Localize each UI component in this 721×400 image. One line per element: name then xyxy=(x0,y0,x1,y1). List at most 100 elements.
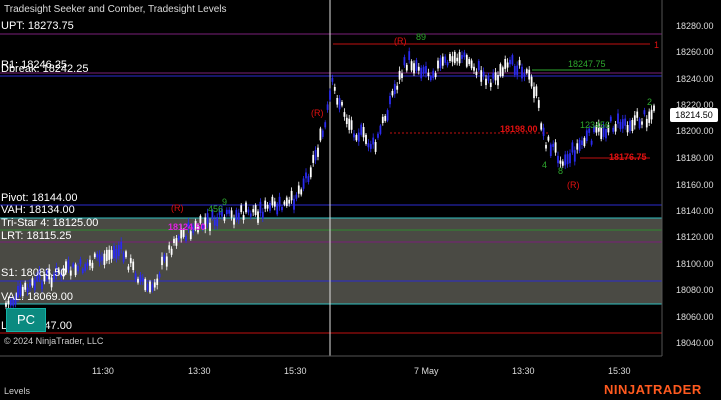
candle-body xyxy=(276,203,279,215)
level-annotation-low: 18176.75 xyxy=(609,152,647,162)
candle-body xyxy=(110,250,113,259)
x-tick-label: 15:30 xyxy=(284,366,307,376)
candle-body xyxy=(410,61,413,71)
level-annotation-upper: 18247.75 xyxy=(568,59,606,69)
x-tick-label: 13:30 xyxy=(188,366,211,376)
candle-body xyxy=(629,120,631,131)
candle-body xyxy=(633,115,636,126)
candle-body xyxy=(523,73,526,77)
candle-body xyxy=(233,218,235,225)
candle-body xyxy=(439,58,442,68)
candle-body xyxy=(338,98,341,110)
candle-body xyxy=(89,259,91,266)
candle-body xyxy=(237,212,240,220)
pc-button[interactable]: PC xyxy=(6,308,46,332)
candle-body xyxy=(350,120,353,130)
candle-body xyxy=(242,215,245,220)
y-tick-label: 18200.00 xyxy=(676,126,714,136)
candle-body xyxy=(161,256,163,266)
candle-body xyxy=(321,130,324,137)
candle-body xyxy=(206,213,209,224)
candle-body xyxy=(91,262,94,269)
candle-body xyxy=(609,116,612,122)
candle-body xyxy=(81,268,84,274)
candle-body xyxy=(473,66,475,71)
candle-body xyxy=(105,249,108,261)
candle-body xyxy=(518,60,521,66)
current-price-tag: 18214.50 xyxy=(670,108,718,122)
candle-body xyxy=(497,75,499,86)
candle-body xyxy=(585,130,588,141)
candle-body xyxy=(235,209,238,220)
candle-body xyxy=(74,264,77,276)
dbreak-label: Dbreak: 18242.25 xyxy=(1,63,89,75)
y-tick-label: 18100.00 xyxy=(676,259,714,269)
candle-body xyxy=(393,83,396,95)
candle-body xyxy=(422,66,425,74)
candle-body xyxy=(487,75,490,81)
candle-body xyxy=(463,52,466,58)
candle-body xyxy=(576,143,579,150)
candle-body xyxy=(264,200,267,209)
candle-body xyxy=(643,110,646,115)
candle-body xyxy=(146,284,149,291)
count-annotation: 2 xyxy=(647,97,653,107)
candle-body xyxy=(163,254,166,261)
reversal-marker: (R) xyxy=(171,203,184,213)
count-annotation: 123456 xyxy=(580,120,611,130)
candle-body xyxy=(429,76,432,81)
candle-body xyxy=(149,281,151,293)
candle-body xyxy=(475,71,478,75)
candle-body xyxy=(165,256,168,267)
candle-body xyxy=(293,198,295,210)
candle-body xyxy=(425,66,427,74)
candle-body xyxy=(403,57,406,66)
candle-body xyxy=(177,235,180,240)
candle-body xyxy=(571,142,574,153)
candle-body xyxy=(444,56,447,63)
candle-body xyxy=(636,111,639,118)
price-chart[interactable] xyxy=(0,0,721,400)
candle-body xyxy=(189,231,192,240)
candle-body xyxy=(125,251,127,258)
candle-body xyxy=(566,154,569,165)
candle-body xyxy=(499,64,502,76)
candle-body xyxy=(309,167,312,178)
candle-body xyxy=(271,196,274,206)
candle-body xyxy=(343,112,346,117)
candle-body xyxy=(122,252,125,262)
candle-body xyxy=(537,100,540,108)
candle-body xyxy=(132,261,135,270)
candle-body xyxy=(175,238,178,246)
candle-body xyxy=(458,52,461,64)
candle-body xyxy=(557,155,559,164)
candle-body xyxy=(96,254,99,258)
candle-body xyxy=(319,128,322,141)
pivot-label: Pivot: 18144.00 xyxy=(1,192,78,204)
upt-label: UPT: 18273.75 xyxy=(1,20,74,32)
candle-body xyxy=(141,277,144,282)
lrt-label: LRT: 18115.25 xyxy=(1,230,72,242)
candle-body xyxy=(489,82,492,87)
candle-body xyxy=(396,85,399,90)
candle-body xyxy=(117,245,120,256)
candle-body xyxy=(247,209,250,213)
candle-body xyxy=(115,248,118,259)
candle-body xyxy=(326,104,329,110)
y-tick-label: 18080.00 xyxy=(676,285,714,295)
candle-body xyxy=(209,222,211,231)
candle-body xyxy=(545,144,547,149)
candle-body xyxy=(453,52,456,64)
candle-body xyxy=(441,56,444,66)
candle-body xyxy=(367,143,370,148)
candle-body xyxy=(391,90,394,96)
tab-levels[interactable]: Levels xyxy=(4,386,30,396)
candle-body xyxy=(173,238,175,243)
candle-body xyxy=(542,127,545,136)
x-tick-label: 7 May xyxy=(414,366,439,376)
copyright-text: © 2024 NinjaTrader, LLC xyxy=(4,336,104,346)
candle-body xyxy=(559,160,562,164)
y-tick-label: 18260.00 xyxy=(676,47,714,57)
count-annotation: 8 xyxy=(558,166,564,176)
candle-body xyxy=(509,59,511,65)
